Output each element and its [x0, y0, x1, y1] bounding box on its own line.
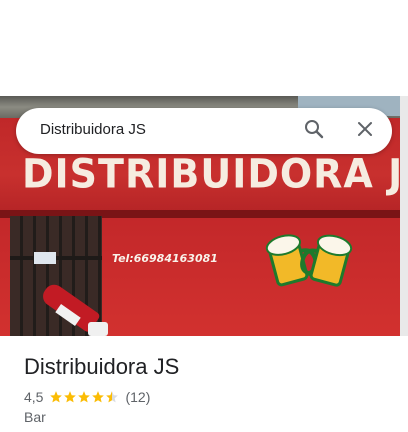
phone-number-painted: Tel:66984163081	[112, 252, 218, 265]
star-icon	[64, 391, 77, 403]
rating-value: 4,5	[24, 389, 44, 405]
star-half-icon	[106, 391, 119, 403]
star-icon	[50, 391, 63, 403]
search-box[interactable]: Distribuidora JS	[16, 108, 392, 154]
close-button[interactable]	[349, 115, 381, 147]
cup	[88, 322, 108, 336]
rating-row[interactable]: 4,5 (12)	[24, 389, 150, 405]
star-icon	[78, 391, 91, 403]
storefront-sign: DISTRIBUIDORA JS	[22, 150, 408, 198]
review-count[interactable]: (12)	[125, 389, 150, 405]
map-top-area	[0, 0, 408, 96]
beer-mugs-icon	[265, 230, 355, 290]
rating-stars	[49, 390, 119, 404]
search-button[interactable]	[298, 115, 330, 147]
photo-edge	[400, 96, 408, 336]
gate-bar	[10, 256, 102, 260]
place-title: Distribuidora JS	[24, 354, 180, 379]
close-icon	[357, 121, 373, 142]
search-input[interactable]: Distribuidora JS	[40, 121, 146, 138]
star-icon	[92, 391, 105, 403]
door-sign	[34, 252, 56, 264]
search-icon	[304, 119, 324, 144]
place-info-panel: Distribuidora JS 4,5 (12) Bar	[0, 336, 408, 432]
place-category[interactable]: Bar	[24, 409, 46, 425]
